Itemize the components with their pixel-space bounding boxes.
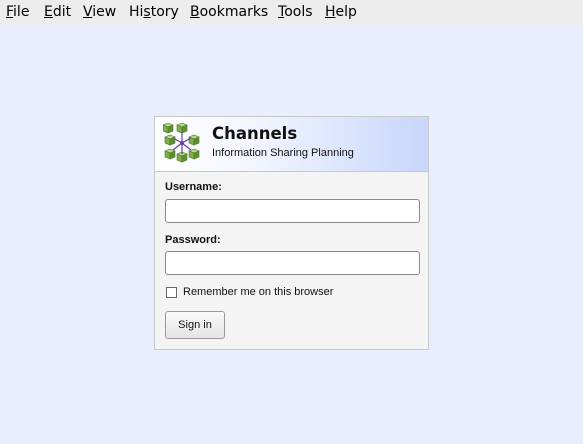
menu-edit-accel: E [44,4,53,20]
menu-bookmarks[interactable]: Bookmarks [190,4,268,21]
menu-history-label: tory [150,4,179,20]
menu-help-accel: H [325,4,336,20]
menu-bookmarks-label: ookmarks [199,4,269,20]
login-panel: Channels Information Sharing Planning Us… [154,116,429,350]
app-title: Channels [212,124,298,143]
menu-history[interactable]: History [129,4,179,21]
app-subtitle: Information Sharing Planning [212,147,354,159]
menu-file-label: ile [13,4,30,20]
menu-tools-label: ools [284,4,313,20]
username-input[interactable] [165,199,420,223]
channels-logo-icon [163,123,200,163]
menu-help[interactable]: Help [325,4,357,21]
menu-view[interactable]: View [83,4,116,21]
menu-tools[interactable]: Tools [278,4,313,21]
sign-in-button[interactable]: Sign in [165,311,225,339]
username-label: Username: [165,181,222,193]
remember-me-label[interactable]: Remember me on this browser [183,286,333,298]
remember-me-checkbox[interactable] [166,286,177,298]
password-label: Password: [165,234,221,246]
menu-bar: File Edit View History Bookmarks Tools H… [0,0,583,25]
menu-file-accel: F [6,4,14,20]
remember-me-row[interactable]: Remember me on this browser [165,286,333,298]
menu-view-label: iew [92,4,117,20]
menu-view-accel: V [83,4,93,20]
menu-history-accel: s [143,4,151,20]
login-header: Channels Information Sharing Planning [155,117,428,172]
menu-help-label: elp [335,4,357,20]
menu-bookmarks-accel: B [190,4,200,20]
menu-edit[interactable]: Edit [44,4,71,21]
menu-edit-label: dit [52,4,72,20]
menu-file[interactable]: File [6,4,29,21]
password-input[interactable] [165,251,420,275]
menu-history-prefix: Hi [129,4,144,20]
